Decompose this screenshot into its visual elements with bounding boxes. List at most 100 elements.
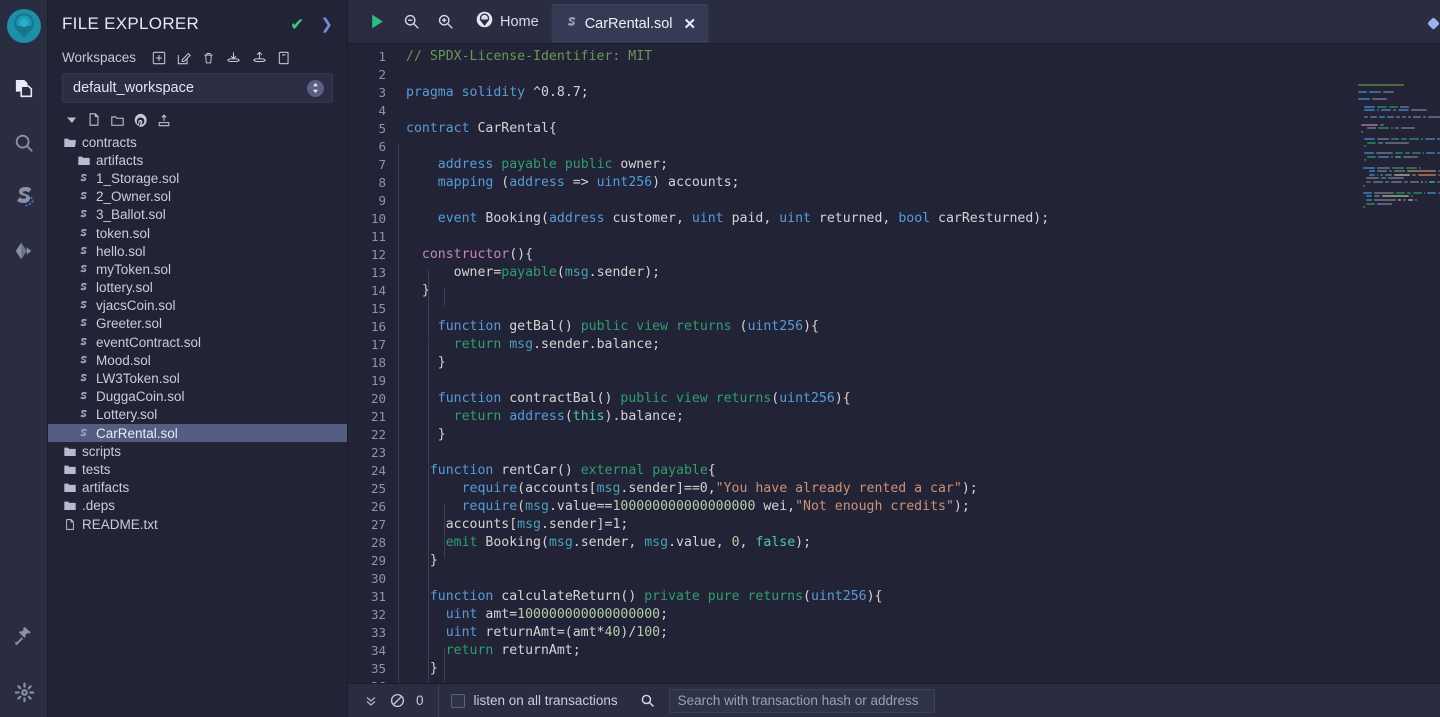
solidity-icon <box>74 245 93 258</box>
plugin-manager-icon[interactable] <box>7 619 41 653</box>
tree-item[interactable]: eventContract.sol <box>48 333 347 351</box>
tab-carrental-sol[interactable]: CarRental.sol ✕ <box>550 4 710 43</box>
code-token: Booking( <box>477 535 549 550</box>
line-number: 32 <box>370 607 386 622</box>
tree-item-label: Greeter.sol <box>96 316 163 332</box>
upload-file-icon[interactable] <box>157 113 171 127</box>
tree-item[interactable]: 2_Owner.sol <box>48 188 347 206</box>
tree-item[interactable]: .deps <box>48 497 347 515</box>
code-line: contract CarRental{ <box>406 120 1354 138</box>
minimap-line <box>1354 170 1440 173</box>
code-token: uint <box>779 211 811 226</box>
code-token: payable <box>501 265 557 280</box>
file-explorer-header: FILE EXPLORER ✔ ❯ <box>48 0 347 48</box>
tab-home[interactable]: Home <box>462 0 551 43</box>
code-line: function contractBal() public view retur… <box>406 390 1354 408</box>
code-editor-surface[interactable]: 1 2 3 4 5 6 7 8 9 10 11 12 13 14 15 16 17 18 19 20 21 22 23 24 2… <box>348 44 1354 683</box>
code-line: // SPDX-License-Identifier: MIT <box>406 48 1354 66</box>
tree-item[interactable]: myToken.sol <box>48 260 347 278</box>
restore-backup-icon[interactable] <box>252 51 267 65</box>
tree-item[interactable]: LW3Token.sol <box>48 369 347 387</box>
code-token: uint <box>445 625 478 640</box>
transaction-search-input[interactable]: Search with transaction hash or address <box>668 688 935 713</box>
workspace-select[interactable]: default_workspace <box>62 73 333 103</box>
code-token: ^0.8.7; <box>525 85 589 100</box>
tree-item[interactable]: Lottery.sol <box>48 406 347 424</box>
delete-workspace-icon[interactable] <box>202 51 215 65</box>
rename-workspace-icon[interactable] <box>177 51 191 65</box>
tree-item[interactable]: hello.sol <box>48 242 347 260</box>
collapse-all-icon[interactable] <box>66 114 78 126</box>
github-icon[interactable] <box>134 113 148 127</box>
tree-item-label: tests <box>82 461 111 477</box>
tree-item-label: lottery.sol <box>96 280 153 296</box>
deploy-run-icon[interactable] <box>7 234 41 268</box>
tree-item[interactable]: tests <box>48 460 347 478</box>
tree-item[interactable]: scripts <box>48 442 347 460</box>
code-token: CarRental{ <box>469 121 557 136</box>
code-token: customer, <box>604 211 692 226</box>
tree-item[interactable]: 1_Storage.sol <box>48 169 347 187</box>
tree-item-label: vjacsCoin.sol <box>96 298 176 314</box>
tree-item[interactable]: DuggaCoin.sol <box>48 388 347 406</box>
solidity-icon <box>74 390 93 403</box>
tree-item[interactable]: 3_Ballot.sol <box>48 206 347 224</box>
solidity-compiler-icon[interactable] <box>7 180 41 214</box>
tree-item[interactable]: contracts <box>48 133 347 151</box>
code-token: msg <box>548 535 573 550</box>
line-number: 12 <box>370 247 386 262</box>
code-line: } <box>406 282 1354 300</box>
check-icon[interactable]: ✔ <box>290 16 304 33</box>
chevron-right-icon[interactable]: ❯ <box>320 17 333 32</box>
tab-overflow-indicator[interactable] <box>1427 17 1440 30</box>
code-content[interactable]: // SPDX-License-Identifier: MIT pragma s… <box>396 44 1354 683</box>
new-file-icon[interactable] <box>87 112 101 127</box>
code-minimap[interactable] <box>1354 44 1440 683</box>
tree-item[interactable]: artifacts <box>48 151 347 169</box>
download-workspace-icon[interactable] <box>226 51 241 65</box>
tree-item[interactable]: vjacsCoin.sol <box>48 297 347 315</box>
settings-gear-icon[interactable] <box>7 675 41 709</box>
code-token: constructor <box>421 247 510 262</box>
tree-item[interactable]: Greeter.sol <box>48 315 347 333</box>
tree-item[interactable]: token.sol <box>48 224 347 242</box>
zoom-out-icon[interactable] <box>394 0 428 44</box>
minimap-line <box>1354 84 1440 86</box>
no-entry-icon[interactable] <box>384 684 410 717</box>
tree-item[interactable]: lottery.sol <box>48 279 347 297</box>
play-icon[interactable] <box>360 0 394 44</box>
line-number-gutter: 1 2 3 4 5 6 7 8 9 10 11 12 13 14 15 16 17 18 19 20 21 22 23 24 2… <box>348 44 396 683</box>
chevron-double-down-icon[interactable] <box>358 684 384 717</box>
remix-ide-window: FILE EXPLORER ✔ ❯ Workspaces default_wor… <box>0 0 1440 717</box>
search-icon[interactable] <box>7 126 41 160</box>
icon-panel-top-group <box>0 72 48 268</box>
minimap-line <box>1354 181 1440 184</box>
indent-guide <box>428 612 429 683</box>
code-line: require(accounts[msg.sender]==0,"You hav… <box>406 480 1354 498</box>
tree-item[interactable]: Mood.sol <box>48 351 347 369</box>
tree-item[interactable]: artifacts <box>48 479 347 497</box>
remix-logo[interactable] <box>0 2 48 50</box>
zoom-in-icon[interactable] <box>428 0 462 44</box>
tree-item-label: .deps <box>82 498 116 514</box>
code-token: } <box>406 283 430 298</box>
tree-item[interactable]: CarRental.sol <box>48 424 347 443</box>
file-explorer-icon[interactable] <box>7 72 41 106</box>
tree-item-label: artifacts <box>82 480 130 496</box>
code-token: ( <box>556 265 565 280</box>
clone-workspace-icon[interactable] <box>278 51 292 65</box>
create-workspace-icon[interactable] <box>152 51 166 65</box>
solidity-icon <box>74 208 93 221</box>
line-number: 31 <box>370 589 386 604</box>
tree-item[interactable]: README.txt <box>48 515 347 533</box>
listen-transactions-checkbox[interactable] <box>450 693 465 708</box>
line-number: 36 <box>348 678 386 683</box>
search-icon[interactable] <box>640 693 655 708</box>
close-icon[interactable]: ✕ <box>684 15 697 33</box>
new-folder-icon[interactable] <box>110 113 125 127</box>
